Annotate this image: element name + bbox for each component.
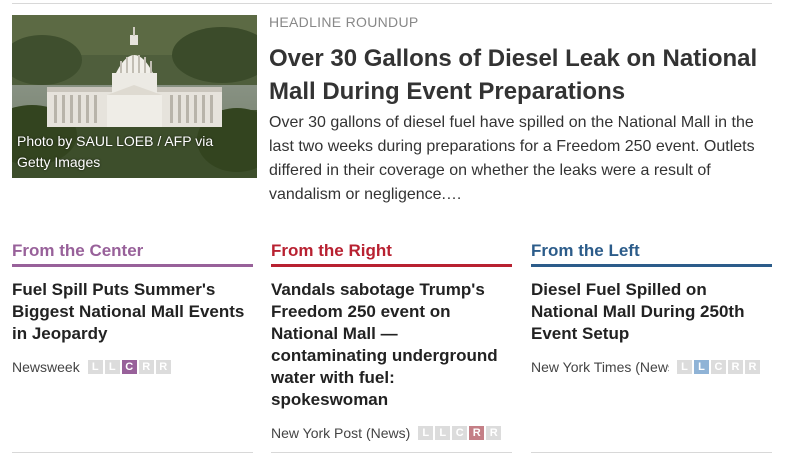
bias-cell-left: L [87, 360, 103, 374]
article-title-link[interactable]: Vandals sabotage Trump's Freedom 250 eve… [271, 279, 506, 411]
top-divider [12, 3, 772, 4]
bias-cell-right: R [155, 360, 171, 374]
column-divider [12, 452, 253, 453]
article-title-link[interactable]: Fuel Spill Puts Summer's Biggest Nationa… [12, 279, 250, 345]
bias-cell-left: L [677, 360, 692, 374]
column-label: From the Left [531, 241, 772, 267]
column-right: From the Right Vandals sabotage Trump's … [271, 241, 512, 441]
bias-cell-lean-left: L [104, 360, 120, 374]
column-left: From the Left Diesel Fuel Spilled on Nat… [531, 241, 772, 375]
bias-cell-center: C [121, 360, 137, 374]
source-name[interactable]: Newsweek [12, 359, 80, 375]
column-label: From the Right [271, 241, 512, 267]
column-label: From the Center [12, 241, 253, 267]
source-row: Newsweek L L C R R [12, 358, 253, 376]
bias-cell-lean-left: L [694, 360, 709, 374]
source-row: New York Times (News) L L C R R [531, 358, 772, 376]
lead-headline[interactable]: Over 30 Gallons of Diesel Leak on Nation… [269, 42, 769, 108]
bias-rating-bar[interactable]: L L C R R [677, 360, 760, 374]
bias-cell-lean-right: R [469, 426, 485, 440]
bias-cell-left: L [418, 426, 434, 440]
source-name[interactable]: New York Times (News) [531, 359, 669, 375]
column-divider [531, 452, 772, 453]
lead-photo[interactable]: Photo by SAUL LOEB / AFP via Getty Image… [12, 15, 257, 178]
bias-rating-bar[interactable]: L L C R R [418, 426, 502, 440]
column-center: From the Center Fuel Spill Puts Summer's… [12, 241, 253, 375]
bias-rating-bar[interactable]: L L C R R [87, 360, 171, 374]
bias-cell-center: C [711, 360, 726, 374]
bias-cell-center: C [452, 426, 468, 440]
column-divider [271, 452, 512, 453]
bias-cell-lean-right: R [728, 360, 743, 374]
source-row: New York Post (News) L L C R R [271, 424, 512, 442]
photo-credit: Photo by SAUL LOEB / AFP via Getty Image… [17, 133, 214, 170]
bias-cell-lean-left: L [435, 426, 451, 440]
bias-cell-right: R [745, 360, 760, 374]
article-title-link[interactable]: Diesel Fuel Spilled on National Mall Dur… [531, 279, 769, 345]
lead-summary: Over 30 gallons of diesel fuel have spil… [269, 114, 755, 203]
section-kicker: HEADLINE ROUNDUP [269, 14, 419, 30]
bias-cell-lean-right: R [138, 360, 154, 374]
bias-cell-right: R [486, 426, 502, 440]
source-name[interactable]: New York Post (News) [271, 425, 410, 441]
